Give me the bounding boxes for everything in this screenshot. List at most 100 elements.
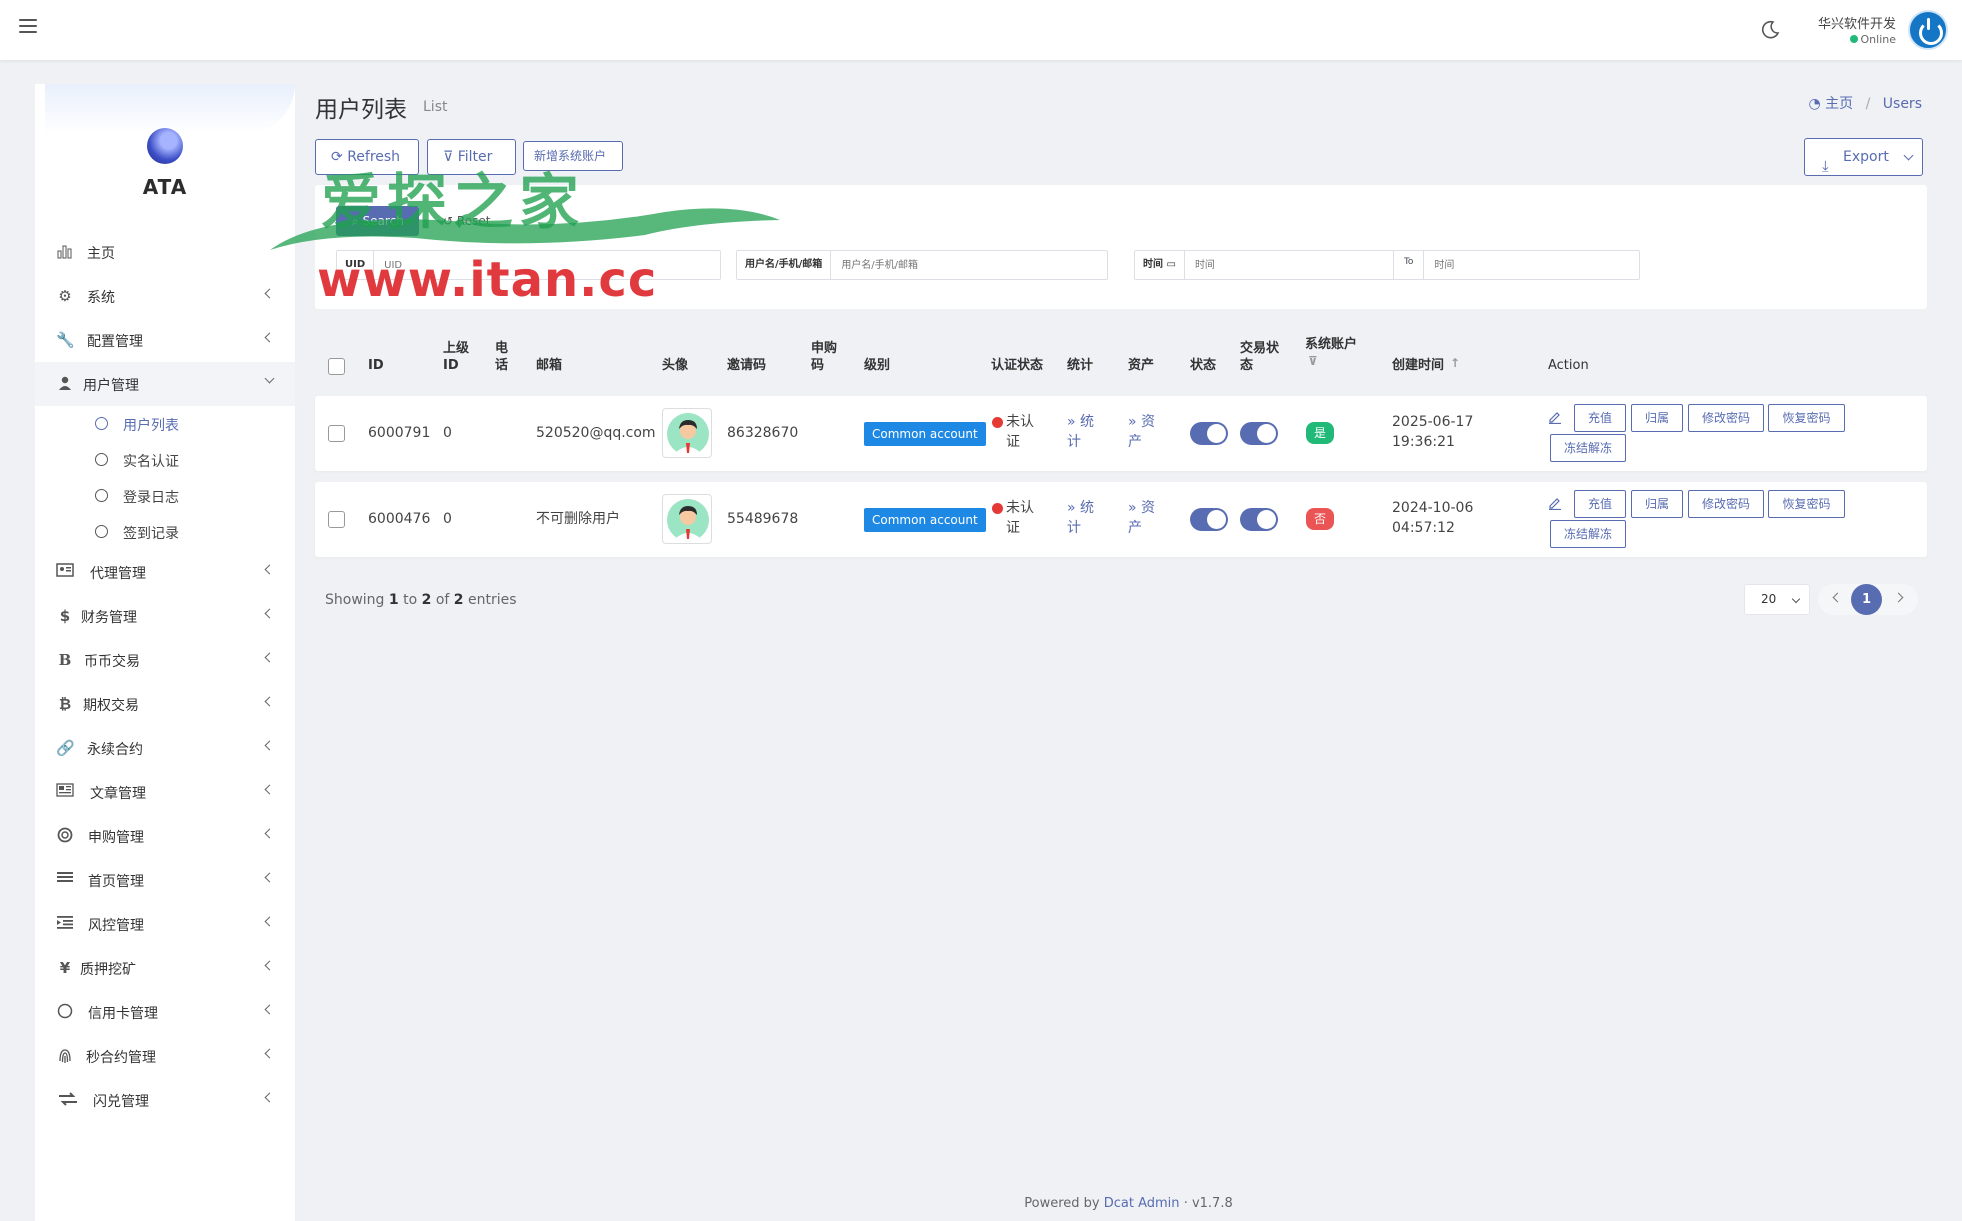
reset-button[interactable]: ↺ Reset <box>427 206 497 236</box>
breadcrumb-current[interactable]: Users <box>1883 96 1922 112</box>
recharge-button[interactable]: 充值 <box>1574 404 1626 432</box>
sidebar-item-subscription[interactable]: 申购管理 <box>35 814 295 858</box>
status-toggle[interactable] <box>1190 422 1228 445</box>
row-checkbox[interactable] <box>328 511 345 528</box>
filter-icon[interactable]: ⊽ <box>1308 354 1318 368</box>
change-password-button[interactable]: 修改密码 <box>1688 490 1764 518</box>
per-page-value: 20 <box>1761 592 1777 606</box>
submenu-item-login-log[interactable]: 登录日志 <box>35 478 295 514</box>
search-button[interactable]: ⌕ Search <box>336 206 419 236</box>
showing-to-word: to <box>403 592 418 608</box>
per-page-select[interactable]: 20 <box>1744 584 1810 615</box>
edit-icon[interactable] <box>1548 496 1562 510</box>
col-auth-status: 认证状态 <box>991 358 1044 373</box>
submenu-item-real-name-auth[interactable]: 实名认证 <box>35 442 295 478</box>
time-label-text: 时间 <box>1143 259 1163 270</box>
sidebar-item-staking[interactable]: ¥ 质押挖矿 <box>35 946 295 990</box>
hamburger-menu-icon[interactable] <box>19 19 37 35</box>
export-button[interactable]: ⤓ Export <box>1804 138 1923 176</box>
new-system-account-button[interactable]: 新增系统账户 <box>523 141 623 171</box>
cell-invite-code: 55489678 <box>727 511 799 527</box>
bar-chart-icon <box>56 243 74 261</box>
user-avatar[interactable] <box>1908 10 1948 50</box>
calendar-icon: ▭ <box>1166 259 1176 270</box>
sidebar-item-options[interactable]: ₿ 期权交易 <box>35 682 295 726</box>
row-checkbox[interactable] <box>328 425 345 442</box>
col-id: ID <box>368 358 384 373</box>
assets-link[interactable]: » 资产 <box>1128 498 1166 538</box>
cell-parent-id: 0 <box>443 511 452 527</box>
sidebar-item-homepage[interactable]: 首页管理 <box>35 858 295 902</box>
sidebar-item-risk[interactable]: 风控管理 <box>35 902 295 946</box>
attribution-button[interactable]: 归属 <box>1631 404 1683 432</box>
sidebar-item-agent[interactable]: 代理管理 <box>35 550 295 594</box>
table-header: ID 上级ID 电话 邮箱 头像 邀请码 申购码 级别 认证状态 统计 资产 状… <box>315 330 1927 390</box>
footer-brand-link[interactable]: Dcat Admin <box>1104 1196 1180 1211</box>
sidebar-item-articles[interactable]: 文章管理 <box>35 770 295 814</box>
sidebar-item-perpetual[interactable]: 🔗 永续合约 <box>35 726 295 770</box>
time-from-input[interactable] <box>1184 251 1393 279</box>
select-all-checkbox[interactable] <box>328 358 345 375</box>
footer-powered-by: Powered by <box>1024 1196 1100 1211</box>
next-page-icon[interactable] <box>1893 592 1904 603</box>
change-password-button[interactable]: 修改密码 <box>1688 404 1764 432</box>
stats-link[interactable]: » 统计 <box>1067 498 1105 538</box>
dark-mode-moon-icon[interactable] <box>1760 20 1780 40</box>
showing-prefix: Showing <box>325 592 385 608</box>
breadcrumb-home[interactable]: 主页 <box>1825 96 1853 112</box>
sidebar-item-config[interactable]: 🔧 配置管理 <box>35 318 295 362</box>
sidebar-item-label: 系统 <box>87 290 115 306</box>
sidebar-item-label: 申购管理 <box>88 830 144 846</box>
sidebar-item-finance[interactable]: $ 财务管理 <box>35 594 295 638</box>
avatar[interactable] <box>662 494 712 544</box>
reset-password-button[interactable]: 恢复密码 <box>1768 404 1845 432</box>
logo-text[interactable]: ATA <box>35 175 295 199</box>
freeze-unfreeze-button[interactable]: 冻结解冻 <box>1550 434 1626 462</box>
bitcoin-icon: ₿ <box>58 695 72 713</box>
reset-password-button[interactable]: 恢复密码 <box>1768 490 1845 518</box>
submenu-item-user-list[interactable]: 用户列表 <box>35 406 295 442</box>
attribution-button[interactable]: 归属 <box>1631 490 1683 518</box>
assets-link[interactable]: » 资产 <box>1128 412 1166 452</box>
edit-icon[interactable] <box>1548 410 1562 424</box>
recharge-button[interactable]: 充值 <box>1574 490 1626 518</box>
cell-email: 不可删除用户 <box>536 511 620 527</box>
chevron-left-icon <box>264 916 275 927</box>
cell-created-time: 19:36:21 <box>1392 434 1455 450</box>
sidebar-item-users[interactable]: 用户管理 <box>35 362 295 406</box>
refresh-button[interactable]: ⟳ Refresh <box>315 139 419 175</box>
avatar[interactable] <box>662 408 712 458</box>
dollar-icon: $ <box>59 607 71 625</box>
status-toggle[interactable] <box>1190 508 1228 531</box>
sidebar-item-credit-card[interactable]: 信用卡管理 <box>35 990 295 1034</box>
logo-icon[interactable] <box>147 128 183 164</box>
table-row: 6000476 0 不可删除用户 55489678 Common account… <box>315 482 1927 557</box>
submenu-item-checkin[interactable]: 签到记录 <box>35 514 295 550</box>
page-title: 用户列表 <box>315 97 407 123</box>
user-search-input[interactable] <box>831 251 1092 279</box>
freeze-unfreeze-button[interactable]: 冻结解冻 <box>1550 520 1626 548</box>
reset-label: Reset <box>456 214 491 228</box>
sidebar-item-flash-exchange[interactable]: 闪兑管理 <box>35 1078 295 1122</box>
trade-status-toggle[interactable] <box>1240 422 1278 445</box>
time-to-input[interactable] <box>1424 251 1625 279</box>
submenu-label: 登录日志 <box>123 490 179 506</box>
sidebar-item-system[interactable]: ⚙ 系统 <box>35 274 295 318</box>
uid-input[interactable] <box>374 251 715 279</box>
time-label: 时间 ▭ <box>1135 251 1185 279</box>
showing-of-word: of <box>435 592 450 608</box>
stats-link[interactable]: » 统计 <box>1067 412 1105 452</box>
col-parent-id: 上级ID <box>443 341 470 373</box>
sidebar-item-second-contract[interactable]: 秒合约管理 <box>35 1034 295 1078</box>
sidebar-item-home[interactable]: 主页 <box>35 230 295 274</box>
sort-arrow-icon[interactable]: ↑ <box>1450 356 1460 370</box>
sidebar-item-label: 币币交易 <box>84 654 140 670</box>
trade-status-toggle[interactable] <box>1240 508 1278 531</box>
sidebar-item-spot-trading[interactable]: B 币币交易 <box>35 638 295 682</box>
current-page[interactable]: 1 <box>1851 584 1882 615</box>
col-invite-code: 邀请码 <box>727 358 767 373</box>
prev-page-icon[interactable] <box>1832 592 1843 603</box>
user-name[interactable]: 华兴软件开发 <box>1818 13 1896 32</box>
filter-button[interactable]: ⊽ Filter <box>427 139 516 175</box>
chevron-left-icon <box>264 288 275 299</box>
